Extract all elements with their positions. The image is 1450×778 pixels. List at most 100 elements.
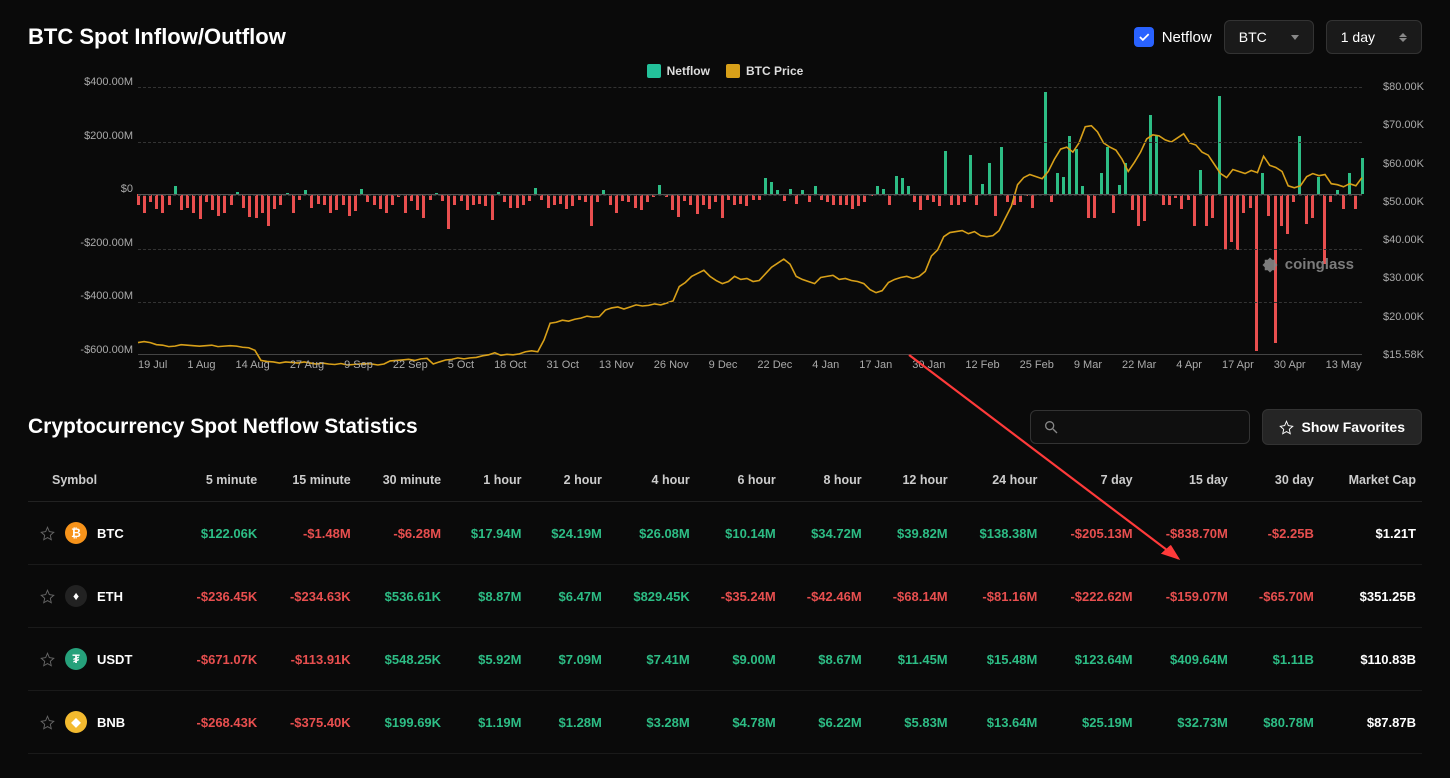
column-header[interactable]: 24 hour xyxy=(954,459,1044,502)
netflow-cell: $32.73M xyxy=(1139,691,1234,754)
netflow-cell: $1.19M xyxy=(447,691,527,754)
column-header[interactable]: 12 hour xyxy=(868,459,954,502)
column-header[interactable]: 30 day xyxy=(1234,459,1320,502)
netflow-cell: $25.19M xyxy=(1043,691,1138,754)
table-row[interactable]: ◆BNB-$268.43K-$375.40K$199.69K$1.19M$1.2… xyxy=(28,691,1422,754)
legend-price[interactable]: BTC Price xyxy=(726,64,803,78)
column-header[interactable]: 6 hour xyxy=(696,459,782,502)
column-header[interactable]: 4 hour xyxy=(608,459,696,502)
y-right-tick: $50.00K xyxy=(1368,196,1424,208)
favorite-star-icon[interactable] xyxy=(40,526,55,541)
page-title: BTC Spot Inflow/Outflow xyxy=(28,24,286,50)
netflow-cell: $8.87M xyxy=(447,565,527,628)
table-row[interactable]: ₿BTC$122.06K-$1.48M-$6.28M$17.94M$24.19M… xyxy=(28,502,1422,565)
y-right-tick: $15.58K xyxy=(1368,349,1424,361)
netflow-cell: -$222.62M xyxy=(1043,565,1138,628)
favorite-star-icon[interactable] xyxy=(40,715,55,730)
y-left-tick: -$400.00M xyxy=(28,290,133,302)
netflow-chart[interactable]: coinglass 19 Jul1 Aug14 Aug27 Aug9 Sep22… xyxy=(28,82,1422,377)
market-cap-cell: $1.21T xyxy=(1320,502,1422,565)
market-cap-cell: $87.87B xyxy=(1320,691,1422,754)
netflow-cell: $199.69K xyxy=(357,691,447,754)
x-tick: 12 Feb xyxy=(965,359,999,377)
netflow-cell: $80.78M xyxy=(1234,691,1320,754)
netflow-cell: $26.08M xyxy=(608,502,696,565)
show-favorites-label: Show Favorites xyxy=(1302,419,1405,435)
favorite-star-icon[interactable] xyxy=(40,652,55,667)
search-icon xyxy=(1043,419,1059,435)
x-tick: 27 Aug xyxy=(290,359,324,377)
x-tick: 30 Jan xyxy=(912,359,945,377)
stats-title: Cryptocurrency Spot Netflow Statistics xyxy=(28,415,418,439)
x-tick: 30 Apr xyxy=(1274,359,1306,377)
netflow-checkbox[interactable] xyxy=(1134,27,1154,47)
x-tick: 4 Jan xyxy=(812,359,839,377)
y-left-tick: -$200.00M xyxy=(28,237,133,249)
coin-select[interactable]: BTC xyxy=(1224,20,1314,54)
y-right-tick: $60.00K xyxy=(1368,158,1424,170)
x-tick: 4 Apr xyxy=(1176,359,1202,377)
netflow-cell: $122.06K xyxy=(170,502,263,565)
y-left-tick: $200.00M xyxy=(28,130,133,142)
netflow-cell: -$159.07M xyxy=(1139,565,1234,628)
y-right-tick: $80.00K xyxy=(1368,81,1424,93)
legend-netflow[interactable]: Netflow xyxy=(647,64,710,78)
favorite-star-icon[interactable] xyxy=(40,589,55,604)
period-select-value: 1 day xyxy=(1341,29,1375,45)
market-cap-cell: $351.25B xyxy=(1320,565,1422,628)
x-tick: 17 Apr xyxy=(1222,359,1254,377)
x-tick: 13 Nov xyxy=(599,359,634,377)
netflow-cell: $7.09M xyxy=(527,628,607,691)
netflow-cell: $15.48M xyxy=(954,628,1044,691)
netflow-cell: -$234.63K xyxy=(263,565,356,628)
netflow-cell: $10.14M xyxy=(696,502,782,565)
netflow-cell: -$236.45K xyxy=(170,565,263,628)
column-header[interactable]: Symbol xyxy=(28,459,170,502)
chart-legend: Netflow BTC Price xyxy=(28,64,1422,78)
column-header[interactable]: 7 day xyxy=(1043,459,1138,502)
coin-select-value: BTC xyxy=(1239,29,1267,45)
netflow-cell: $4.78M xyxy=(696,691,782,754)
y-right-tick: $40.00K xyxy=(1368,234,1424,246)
x-tick: 26 Nov xyxy=(654,359,689,377)
netflow-cell: $17.94M xyxy=(447,502,527,565)
netflow-cell: $536.61K xyxy=(357,565,447,628)
netflow-cell: $5.92M xyxy=(447,628,527,691)
header-controls: Netflow BTC 1 day xyxy=(1134,20,1422,54)
x-tick: 25 Feb xyxy=(1020,359,1054,377)
coin-icon: ₿ xyxy=(65,522,87,544)
y-left-tick: $0 xyxy=(28,183,133,195)
x-tick: 22 Mar xyxy=(1122,359,1156,377)
netflow-cell: $5.83M xyxy=(868,691,954,754)
x-tick: 31 Oct xyxy=(546,359,578,377)
table-row[interactable]: ₮USDT-$671.07K-$113.91K$548.25K$5.92M$7.… xyxy=(28,628,1422,691)
column-header[interactable]: 2 hour xyxy=(527,459,607,502)
market-cap-cell: $110.83B xyxy=(1320,628,1422,691)
netflow-cell: -$268.43K xyxy=(170,691,263,754)
coin-icon: ♦ xyxy=(65,585,87,607)
netflow-cell: $829.45K xyxy=(608,565,696,628)
column-header[interactable]: 1 hour xyxy=(447,459,527,502)
chevron-down-icon xyxy=(1291,35,1299,40)
netflow-cell: $34.72M xyxy=(782,502,868,565)
table-row[interactable]: ♦ETH-$236.45K-$234.63K$536.61K$8.87M$6.4… xyxy=(28,565,1422,628)
x-tick: 18 Oct xyxy=(494,359,526,377)
netflow-cell: -$671.07K xyxy=(170,628,263,691)
period-select[interactable]: 1 day xyxy=(1326,20,1422,54)
netflow-cell: $1.28M xyxy=(527,691,607,754)
column-header[interactable]: 8 hour xyxy=(782,459,868,502)
column-header[interactable]: 15 day xyxy=(1139,459,1234,502)
coin-symbol: ETH xyxy=(97,589,123,604)
column-header[interactable]: 30 minute xyxy=(357,459,447,502)
x-tick: 9 Mar xyxy=(1074,359,1102,377)
column-header[interactable]: 15 minute xyxy=(263,459,356,502)
y-right-tick: $70.00K xyxy=(1368,119,1424,131)
x-tick: 17 Jan xyxy=(859,359,892,377)
y-right-tick: $20.00K xyxy=(1368,311,1424,323)
column-header[interactable]: Market Cap xyxy=(1320,459,1422,502)
netflow-cell: -$205.13M xyxy=(1043,502,1138,565)
netflow-cell: -$2.25B xyxy=(1234,502,1320,565)
column-header[interactable]: 5 minute xyxy=(170,459,263,502)
x-tick: 14 Aug xyxy=(236,359,270,377)
watermark: coinglass xyxy=(1261,256,1354,274)
